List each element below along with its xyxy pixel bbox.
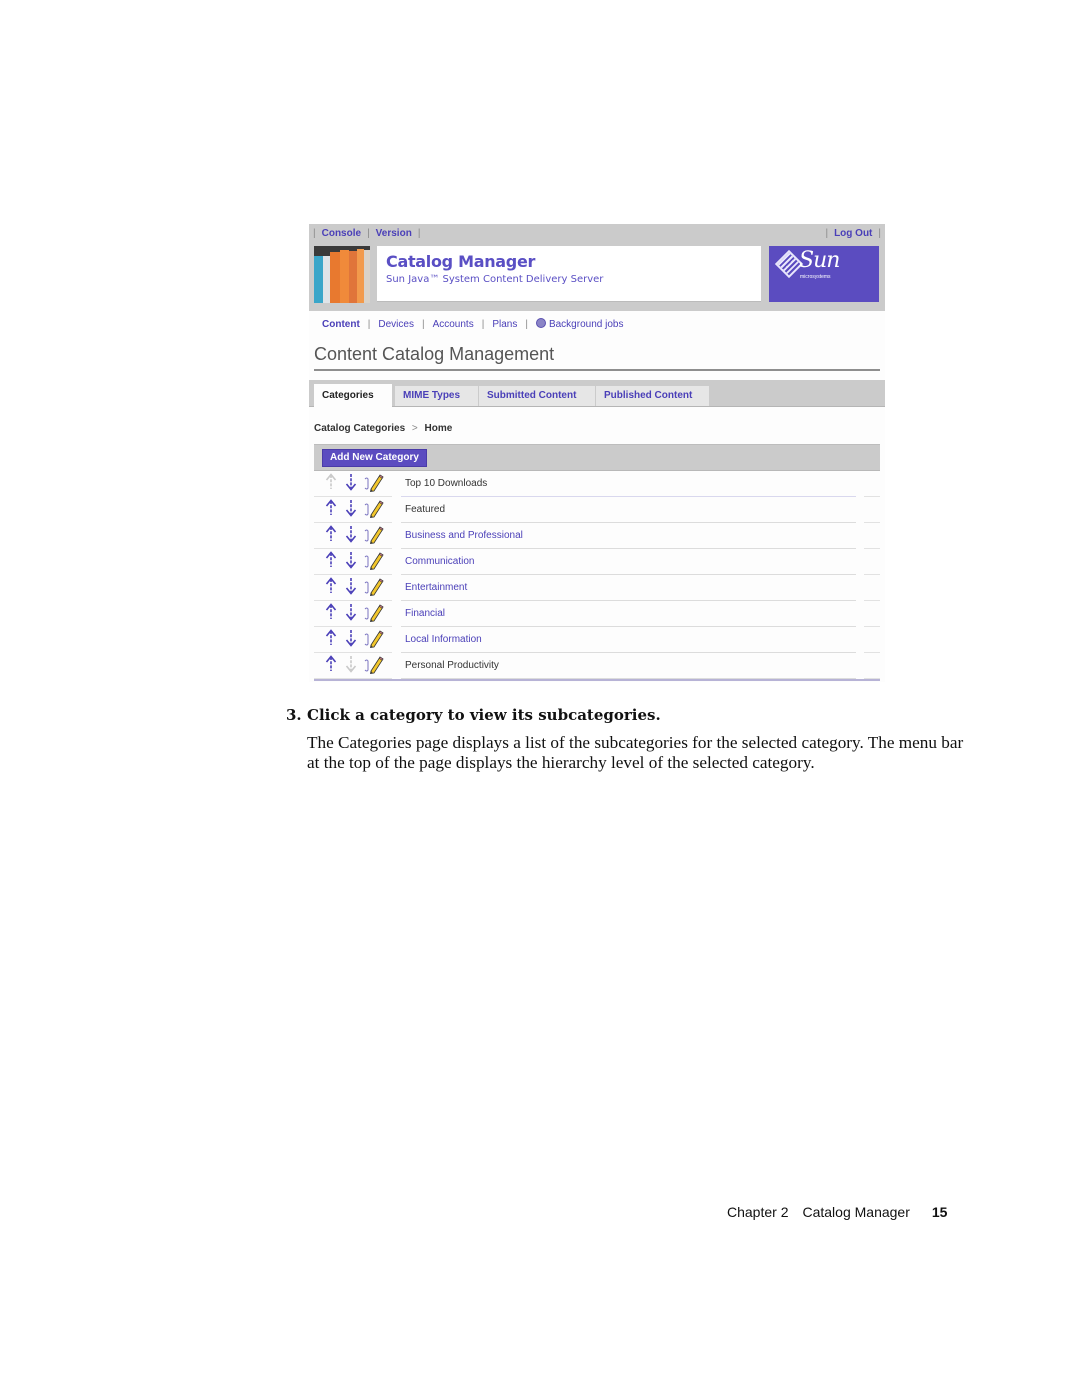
edit-pencil-icon[interactable] [364,628,384,653]
version-link[interactable]: Version [370,228,418,239]
app-branding: Catalog Manager Sun Java™ System Content… [377,246,761,302]
nav-accounts[interactable]: Accounts [425,319,482,330]
logo-subtext: microsystems [800,274,831,280]
row-actions [324,550,384,575]
edit-pencil-icon[interactable] [364,524,384,549]
logout-area: | Log Out | [825,228,881,239]
tab-bar: Categories MIME Types Submitted Content … [309,380,885,407]
footer-title: Catalog Manager [802,1204,910,1220]
nav-background-jobs-label: Background jobs [548,319,624,330]
nav-background-jobs[interactable]: Background jobs [528,318,632,330]
body-paragraph: The Categories page displays a list of t… [307,733,964,772]
move-up-icon[interactable] [324,628,344,652]
page-footer: Chapter 2 Catalog Manager 15 [727,1204,947,1220]
footer-chapter: Chapter 2 [727,1204,789,1220]
move-down-icon[interactable] [344,499,364,522]
breadcrumb-root[interactable]: Catalog Categories [314,423,405,434]
category-name[interactable]: Local Information [405,634,482,645]
breadcrumb-current: Home [424,423,453,434]
globe-icon [535,318,546,328]
row-actions [324,602,384,627]
row-actions [324,498,384,523]
category-row: Financial [314,601,880,627]
page-title: Content Catalog Management [314,344,555,364]
category-row: Entertainment [314,575,880,601]
move-down-icon[interactable] [344,551,364,574]
edit-pencil-icon[interactable] [364,472,384,497]
move-up-icon[interactable] [324,602,344,626]
category-row: Personal Productivity [314,653,880,679]
move-down-icon[interactable] [344,525,364,548]
nav-devices[interactable]: Devices [370,319,422,330]
move-down-icon[interactable] [344,577,364,600]
category-name[interactable]: Featured [405,504,445,515]
row-actions [324,628,384,653]
move-down-icon[interactable] [344,629,364,652]
edit-pencil-icon[interactable] [364,550,384,575]
move-up-icon[interactable] [324,550,344,574]
app-subtitle: Sun Java™ System Content Delivery Server [386,274,604,285]
move-down-icon [344,655,364,678]
category-row: Top 10 Downloads [314,471,880,497]
primary-nav: Content | Devices | Accounts | Plans | B… [322,318,631,330]
move-up-icon[interactable] [324,654,344,678]
category-name[interactable]: Communication [405,556,474,567]
step-heading: 3. Click a category to view its subcatego… [286,706,661,724]
masthead: | Console | Version | | Log Out | Catalo… [309,224,885,311]
move-up-icon[interactable] [324,498,344,522]
divider [314,679,880,681]
breadcrumb-separator: > [411,423,418,434]
divider: | [417,228,421,239]
edit-pencil-icon[interactable] [364,654,384,679]
category-name[interactable]: Personal Productivity [405,660,499,671]
category-row: Local Information [314,627,880,653]
divider [314,369,880,371]
row-actions [324,472,384,497]
move-up-icon[interactable] [324,524,344,548]
move-up-icon[interactable] [324,576,344,600]
row-actions [324,576,384,601]
sun-logo: Sun microsystems [769,246,879,302]
category-row: Business and Professional [314,523,880,549]
move-up-icon [324,472,344,496]
step-number: 3. [286,706,302,724]
screenshot-figure: | Console | Version | | Log Out | Catalo… [309,224,885,682]
divider: | [878,228,881,239]
edit-pencil-icon[interactable] [364,576,384,601]
category-name[interactable]: Business and Professional [405,530,523,541]
row-actions [324,654,384,679]
category-row: Communication [314,549,880,575]
tab-mime-types[interactable]: MIME Types [395,386,478,406]
logout-link[interactable]: Log Out [828,228,878,239]
tab-published-content[interactable]: Published Content [596,386,709,406]
row-actions [324,524,384,549]
category-name[interactable]: Top 10 Downloads [405,478,487,489]
add-new-category-button[interactable]: Add New Category [322,449,427,467]
edit-pencil-icon[interactable] [364,602,384,627]
category-list: Top 10 Downloads Featured Business and Pro… [314,471,880,679]
category-name[interactable]: Financial [405,608,445,619]
utility-links: | Console | Version | [313,228,420,239]
nav-content[interactable]: Content [322,319,368,330]
breadcrumb: Catalog Categories > Home [314,423,452,434]
tab-categories[interactable]: Categories [314,384,392,407]
edit-pencil-icon[interactable] [364,498,384,523]
page-number: 15 [931,1204,948,1220]
move-down-icon[interactable] [344,603,364,626]
category-row: Featured [314,497,880,523]
category-name[interactable]: Entertainment [405,582,467,593]
action-bar: Add New Category [314,444,880,471]
logo-text: Sun [799,248,840,273]
tab-submitted-content[interactable]: Submitted Content [479,386,595,406]
console-link[interactable]: Console [316,228,367,239]
step-text: Click a category to view its subcategori… [307,706,661,724]
app-title: Catalog Manager [386,252,536,271]
move-down-icon[interactable] [344,473,364,496]
brand-image [314,246,370,303]
nav-plans[interactable]: Plans [484,319,525,330]
